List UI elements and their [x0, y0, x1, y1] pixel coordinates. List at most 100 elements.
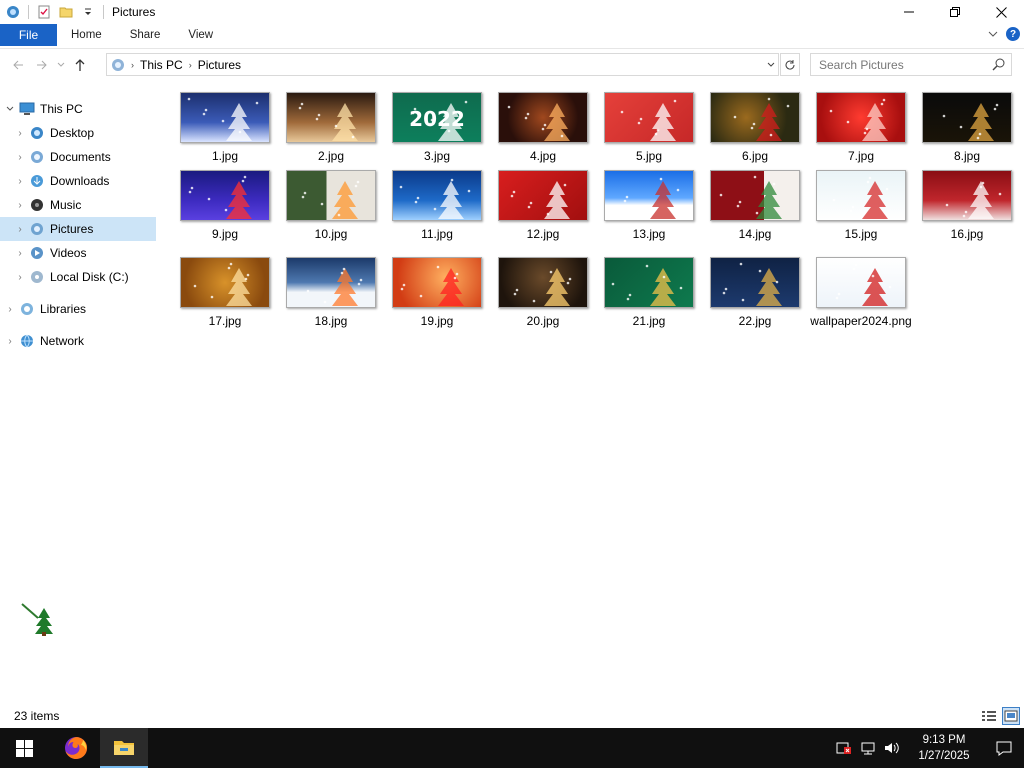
file-thumbnail: [710, 92, 800, 143]
nav-label: Music: [50, 198, 82, 212]
breadcrumb-this-pc[interactable]: This PC: [140, 58, 183, 72]
taskbar-firefox[interactable]: [52, 728, 100, 768]
search-placeholder: Search Pictures: [819, 57, 904, 72]
file-item[interactable]: 6.jpg: [702, 82, 808, 164]
large-icons-view-icon: [1004, 710, 1018, 722]
tab-view[interactable]: View: [174, 24, 227, 46]
thumbnail-image: [306, 267, 363, 306]
nav-item-music[interactable]: › Music: [0, 193, 156, 217]
properties-icon[interactable]: [36, 4, 52, 20]
forward-button[interactable]: [30, 53, 54, 77]
file-item[interactable]: 15.jpg: [808, 160, 914, 242]
details-view-icon: [982, 711, 996, 721]
file-item[interactable]: 11.jpg: [384, 160, 490, 242]
file-thumbnail: [180, 257, 270, 308]
expand-chevron-icon[interactable]: ›: [14, 128, 26, 139]
breadcrumb-pictures[interactable]: Pictures: [198, 58, 241, 72]
title-bar: Pictures: [0, 0, 1024, 24]
new-folder-icon[interactable]: [58, 4, 74, 20]
file-item[interactable]: 13.jpg: [596, 160, 702, 242]
file-item[interactable]: 9.jpg: [172, 160, 278, 242]
close-icon: [995, 6, 1007, 18]
address-bar[interactable]: › This PC › Pictures: [106, 53, 779, 76]
nav-item-videos[interactable]: › Videos: [0, 241, 156, 265]
explorer-app-icon[interactable]: [5, 4, 21, 20]
collapse-chevron-icon[interactable]: [4, 105, 16, 113]
thumbnail-image: [507, 103, 570, 141]
nav-item-libraries[interactable]: › Libraries: [0, 297, 156, 321]
nav-item-desktop[interactable]: › Desktop: [0, 121, 156, 145]
expand-chevron-icon[interactable]: ›: [14, 200, 26, 211]
file-item[interactable]: 22.jpg: [702, 247, 808, 329]
thumbnail-image: [188, 175, 252, 219]
expand-chevron-icon[interactable]: ›: [14, 272, 26, 283]
large-icons-view-button[interactable]: [1002, 707, 1020, 725]
file-item[interactable]: 2022 3.jpg: [384, 82, 490, 164]
file-list: 1.jpg 2.jpg 2022 3.jpg 4.jpg 5.jpg 6.jpg 7.jpg 8…: [164, 82, 1024, 702]
search-icon[interactable]: [992, 58, 1005, 74]
expand-chevron-icon[interactable]: ›: [4, 336, 16, 347]
start-button[interactable]: [0, 728, 48, 768]
file-item[interactable]: 16.jpg: [914, 160, 1020, 242]
recent-locations-button[interactable]: [54, 53, 68, 77]
file-item[interactable]: 2.jpg: [278, 82, 384, 164]
thumbnail-caption: 2022: [409, 107, 465, 131]
file-item[interactable]: 21.jpg: [596, 247, 702, 329]
file-item[interactable]: 20.jpg: [490, 247, 596, 329]
file-thumbnail: [710, 257, 800, 308]
expand-chevron-icon[interactable]: ›: [14, 224, 26, 235]
file-item[interactable]: 1.jpg: [172, 82, 278, 164]
breadcrumb-separator-icon: ›: [188, 59, 192, 70]
file-name: 21.jpg: [632, 314, 666, 328]
customize-toolbar-dropdown-icon[interactable]: [80, 4, 96, 20]
file-item[interactable]: 4.jpg: [490, 82, 596, 164]
action-center-button[interactable]: [984, 728, 1024, 768]
tab-file[interactable]: File: [0, 24, 57, 46]
address-dropdown-icon[interactable]: [764, 54, 778, 75]
expand-chevron-icon[interactable]: ›: [14, 152, 26, 163]
search-input[interactable]: Search Pictures: [810, 53, 1012, 76]
help-icon[interactable]: ?: [1006, 27, 1020, 41]
file-item[interactable]: 14.jpg: [702, 160, 808, 242]
file-item[interactable]: 5.jpg: [596, 82, 702, 164]
file-item[interactable]: 12.jpg: [490, 160, 596, 242]
taskbar-file-explorer[interactable]: [100, 728, 148, 768]
expand-ribbon-icon[interactable]: [988, 27, 998, 41]
file-item[interactable]: 7.jpg: [808, 82, 914, 164]
restore-button[interactable]: [932, 0, 978, 24]
security-warning-icon[interactable]: [832, 728, 856, 768]
close-button[interactable]: [978, 0, 1024, 24]
nav-item-this-pc[interactable]: This PC: [0, 97, 156, 121]
refresh-button[interactable]: [780, 53, 800, 76]
file-item[interactable]: 19.jpg: [384, 247, 490, 329]
tab-share[interactable]: Share: [116, 24, 175, 46]
nav-item-downloads[interactable]: › Downloads: [0, 169, 156, 193]
thumbnail-image: [193, 262, 252, 306]
minimize-button[interactable]: [886, 0, 932, 24]
volume-icon[interactable]: [880, 728, 904, 768]
expand-chevron-icon[interactable]: ›: [14, 248, 26, 259]
details-view-button[interactable]: [980, 707, 998, 725]
ribbon-tabs: File Home Share View ?: [0, 24, 1024, 46]
network-status-icon[interactable]: [856, 728, 880, 768]
file-name: 20.jpg: [526, 314, 560, 328]
tab-home[interactable]: Home: [57, 24, 116, 46]
up-button[interactable]: [68, 53, 92, 77]
file-item[interactable]: wallpaper2024.png: [808, 247, 914, 329]
nav-item-local-disk[interactable]: › Local Disk (C:): [0, 265, 156, 289]
nav-item-documents[interactable]: › Documents: [0, 145, 156, 169]
thumbnail-image: [942, 103, 999, 141]
nav-item-pictures[interactable]: › Pictures: [0, 217, 156, 241]
file-item[interactable]: 10.jpg: [278, 160, 384, 242]
nav-item-network[interactable]: › Network: [0, 329, 156, 353]
file-item[interactable]: 17.jpg: [172, 247, 278, 329]
file-item[interactable]: 18.jpg: [278, 247, 384, 329]
file-thumbnail: [816, 170, 906, 221]
expand-chevron-icon[interactable]: ›: [14, 176, 26, 187]
taskbar: 9:13 PM 1/27/2025: [0, 728, 1024, 768]
expand-chevron-icon[interactable]: ›: [4, 304, 16, 315]
taskbar-clock[interactable]: 9:13 PM 1/27/2025: [904, 732, 984, 764]
file-item[interactable]: 8.jpg: [914, 82, 1020, 164]
back-button[interactable]: [6, 53, 30, 77]
nav-label: Local Disk (C:): [50, 270, 129, 284]
